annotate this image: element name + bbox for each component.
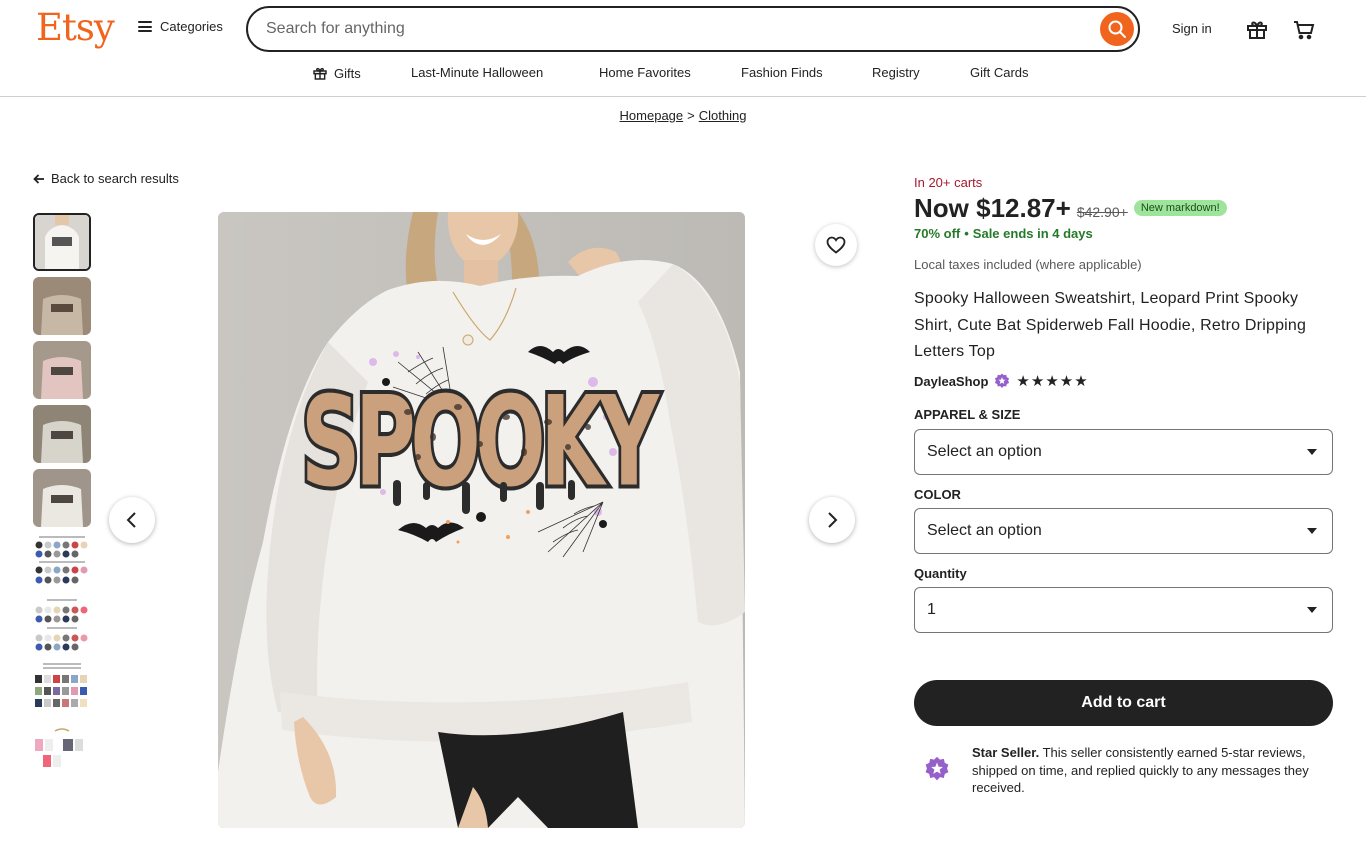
rating-stars[interactable]: ★★★★★ [1016,372,1088,390]
nav-item-label: Fashion Finds [741,65,823,80]
categories-label: Categories [160,19,223,34]
categories-button[interactable]: Categories [138,19,223,34]
sign-in-link[interactable]: Sign in [1172,21,1212,36]
apparel-size-value: Select an option [927,443,1042,460]
thumbnail-7[interactable] [33,597,91,655]
sale-info: 70% off • Sale ends in 4 days [914,226,1093,241]
quantity-label: Quantity [914,566,967,581]
nav-item-label: Last-Minute Halloween [411,65,544,80]
color-value: Select an option [927,522,1042,539]
thumbnail-8[interactable] [33,661,91,719]
original-price: $42.90+ [1076,204,1128,220]
caret-down-icon [1307,449,1317,455]
sale-ends-text: Sale ends in 4 days [972,226,1093,241]
thumbnail-1[interactable] [33,213,91,271]
search-icon [1108,20,1126,38]
search-input[interactable] [266,20,1086,38]
thumbnail-5[interactable] [33,469,91,527]
nav-item-label: Registry [872,65,920,80]
nav-item-label: Home Favorites [599,65,691,80]
separator-dot: • [964,226,969,241]
menu-icon [138,21,152,32]
back-to-search-link[interactable]: Back to search results [33,171,179,186]
nav-item-label: Gifts [334,65,361,81]
apparel-size-label: APPAREL & SIZE [914,407,1021,422]
color-select[interactable]: Select an option [914,508,1333,554]
thumbnail-6[interactable] [33,533,91,591]
category-nav: Gifts Last-Minute Halloween Home Favorit… [0,65,1366,83]
prev-image-button[interactable] [109,497,155,543]
discount-text: 70% off [914,226,961,241]
favorite-button[interactable] [815,224,857,266]
star-seller-text: Star Seller. This seller consistently ea… [972,744,1334,797]
price-row: Now $12.87+ $42.90+ New markdown! [914,193,1227,224]
arrow-left-icon [33,173,44,184]
next-image-button[interactable] [809,497,855,543]
nav-item-label: Gift Cards [970,65,1029,80]
thumbnail-9[interactable] [33,725,91,783]
chevron-left-icon [126,512,136,528]
breadcrumb-homepage[interactable]: Homepage [620,108,684,123]
thumbnail-3[interactable] [33,341,91,399]
caret-down-icon [1307,528,1317,534]
product-main-image[interactable]: SPOOKY [218,212,745,828]
star-seller-badge-icon [995,373,1010,388]
caret-down-icon [1307,607,1317,613]
etsy-logo[interactable]: Etsy [36,6,115,49]
heart-icon [826,236,846,254]
chevron-right-icon [828,512,838,528]
taxes-note: Local taxes included (where applicable) [914,257,1142,272]
back-link-label: Back to search results [51,171,179,186]
search-bar [246,6,1140,52]
gift-icon[interactable] [1244,16,1270,42]
markdown-badge: New markdown! [1133,200,1227,216]
breadcrumb-separator: > [687,108,695,123]
nav-item-gift-cards[interactable]: Gift Cards [970,65,1029,80]
header-divider [0,96,1366,97]
current-price: Now $12.87+ [914,193,1071,223]
search-button[interactable] [1100,12,1134,46]
shop-name-link[interactable]: DayleaShop [914,374,988,389]
nav-item-home-favorites[interactable]: Home Favorites [599,65,691,80]
cart-icon[interactable] [1291,16,1317,42]
thumbnail-2[interactable] [33,277,91,335]
nav-item-gifts[interactable]: Gifts [312,65,361,81]
quantity-select[interactable]: 1 [914,587,1333,633]
product-title: Spooky Halloween Sweatshirt, Leopard Pri… [914,290,1307,360]
carts-notice: In 20+ carts [914,175,983,190]
apparel-size-select[interactable]: Select an option [914,429,1333,475]
nav-item-fashion-finds[interactable]: Fashion Finds [741,65,823,80]
star-seller-badge-icon [925,756,949,781]
nav-item-last-minute-halloween[interactable]: Last-Minute Halloween [411,65,543,80]
nav-item-registry[interactable]: Registry [872,65,920,80]
breadcrumb-clothing[interactable]: Clothing [699,108,747,123]
breadcrumb: Homepage > Clothing [0,108,1366,123]
quantity-value: 1 [927,601,936,618]
thumbnail-4[interactable] [33,405,91,463]
star-seller-info: Star Seller. This seller consistently ea… [924,744,1334,797]
gift-icon [313,67,327,80]
add-to-cart-button[interactable]: Add to cart [914,680,1333,726]
shop-info: DayleaShop ★★★★★ [914,372,1089,390]
star-seller-title: Star Seller. [972,745,1040,760]
color-label: COLOR [914,487,961,502]
